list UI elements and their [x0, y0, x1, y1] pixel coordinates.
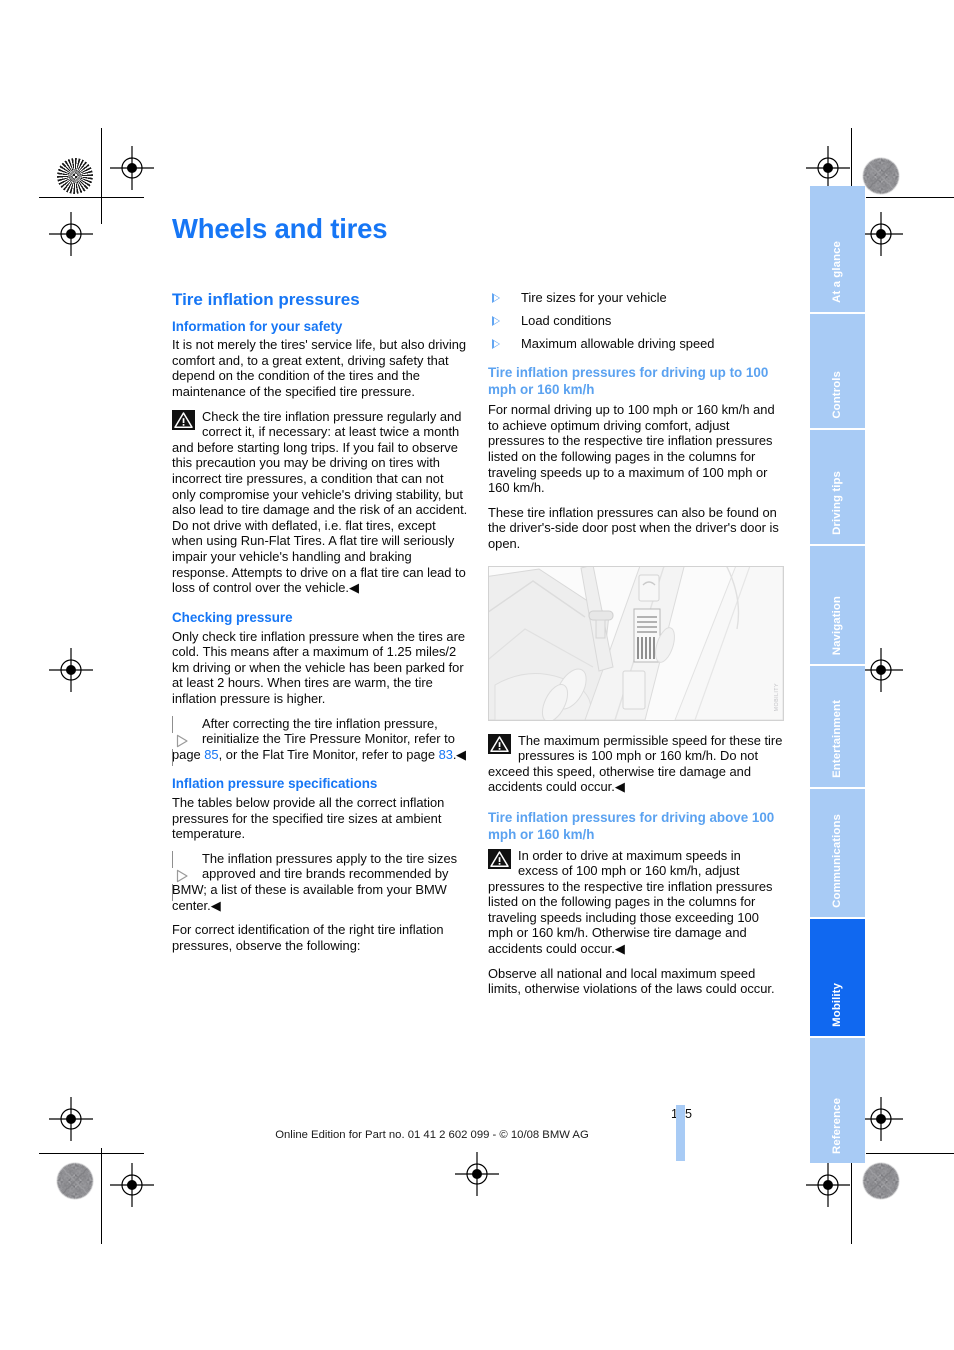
paragraph-checking-pressure: Only check tire inflation pressure when …	[172, 628, 466, 706]
imprint-line: Online Edition for Part no. 01 41 2 602 …	[275, 1129, 589, 1141]
tab-label: Controls	[831, 371, 843, 419]
list-item-label: Tire sizes for your vehicle	[521, 290, 667, 305]
paragraph-safety-intro: It is not merely the tires' service life…	[172, 337, 467, 400]
subheading-inflation-pressure-specifications: Inflation pressure specifications	[172, 776, 378, 792]
triangle-bullet-icon	[492, 339, 500, 350]
triangle-bullet-icon	[492, 316, 500, 327]
tab-label: Entertainment	[831, 700, 843, 778]
list-item-label: Maximum allowable driving speed	[521, 336, 715, 352]
tab-label: Navigation	[831, 595, 843, 655]
list-item-label: Load conditions	[521, 313, 612, 329]
warning-block-max-speed: The maximum permissible speed for these …	[488, 733, 784, 795]
page-footer: 195	[172, 1107, 692, 1123]
chapter-tab-strip: At a glance Controls Driving tips Naviga…	[810, 186, 865, 1165]
note-triangle-icon	[172, 715, 195, 767]
tab-label: Reference	[831, 1098, 843, 1154]
section-heading-tire-inflation-pressures: Tire inflation pressures	[172, 290, 360, 309]
note-text-reinitialize-monitor: After correcting the tire inflation pres…	[172, 716, 468, 763]
warning-text-max-speed: The maximum permissible speed for these …	[488, 732, 783, 795]
paragraph-door-post: These tire inflation pressures can also …	[488, 504, 779, 552]
tab-label: Mobility	[831, 983, 843, 1027]
tab-entertainment[interactable]: Entertainment	[810, 666, 865, 787]
subheading-pressures-above-100mph: Tire inflation pressures for driving abo…	[488, 810, 775, 842]
tab-label: At a glance	[831, 241, 843, 303]
warning-block-above-100mph: In order to drive at maximum speeds in e…	[488, 848, 784, 957]
note-triangle-icon	[172, 850, 195, 902]
manual-page: Wheels and tires Tire inflation pressure…	[0, 0, 954, 1350]
bullet-list-identification-factors: Tire sizes for your vehicle Load conditi…	[488, 290, 784, 352]
warning-triangle-icon	[172, 409, 195, 433]
tab-label: Communications	[831, 814, 843, 908]
list-item: Load conditions	[488, 313, 784, 329]
figure-driver-door-post: MOBILITY	[488, 565, 784, 721]
paragraph-observe-following: For correct identification of the right …	[172, 922, 444, 953]
paragraph-normal-driving: For normal driving up to 100 mph or 160 …	[488, 402, 775, 496]
page-link-83[interactable]: 83	[439, 747, 453, 762]
paragraph-tables-below: The tables below provide all the correct…	[172, 795, 445, 842]
tab-controls[interactable]: Controls	[810, 314, 865, 428]
paragraph-speed-limits: Observe all national and local maximum s…	[488, 965, 775, 997]
page-header: Wheels and tires	[172, 213, 788, 282]
triangle-bullet-icon	[492, 293, 500, 303]
chapter-title: Wheels and tires	[172, 213, 388, 244]
warning-text-check-pressure: Check the tire inflation pressure regula…	[172, 408, 468, 596]
right-column: Tire sizes for your vehicle Load conditi…	[488, 290, 784, 1006]
figure-image-code: MOBILITY	[774, 683, 780, 712]
note-text-part3: .◀	[452, 746, 466, 762]
tab-driving-tips[interactable]: Driving tips	[810, 430, 865, 544]
subheading-information-for-your-safety: Information for your safety	[172, 318, 343, 334]
tab-mobility[interactable]: Mobility	[810, 919, 865, 1036]
warning-triangle-icon	[488, 733, 511, 757]
list-item: Maximum allowable driving speed	[488, 336, 784, 352]
tab-label: Driving tips	[831, 471, 843, 535]
warning-block-check-pressure: Check the tire inflation pressure regula…	[172, 409, 468, 596]
note-text-part2: , or the Flat Tire Monitor, refer to pag…	[218, 746, 439, 762]
tab-communications[interactable]: Communications	[810, 789, 865, 917]
footer-accent-bar	[676, 1105, 685, 1161]
page-link-85[interactable]: 85	[204, 747, 218, 762]
tab-at-a-glance[interactable]: At a glance	[810, 186, 865, 312]
tab-reference[interactable]: Reference	[810, 1038, 865, 1163]
list-item: Tire sizes for your vehicle	[488, 290, 784, 306]
note-block-reinitialize-monitor: After correcting the tire inflation pres…	[172, 715, 468, 767]
note-text-approved-tire-sizes: The inflation pressures apply to the tir…	[172, 850, 458, 913]
subheading-checking-pressure: Checking pressure	[172, 609, 293, 625]
subheading-pressures-up-to-100mph: Tire inflation pressures for driving up …	[488, 364, 769, 397]
warning-text-above-100mph: In order to drive at maximum speeds in e…	[488, 847, 773, 957]
left-column: Tire inflation pressures Information for…	[172, 290, 468, 962]
note-block-approved-tire-sizes: The inflation pressures apply to the tir…	[172, 850, 468, 913]
warning-triangle-icon	[488, 848, 511, 872]
tab-navigation[interactable]: Navigation	[810, 546, 865, 664]
page-number: 195	[172, 1107, 692, 1121]
